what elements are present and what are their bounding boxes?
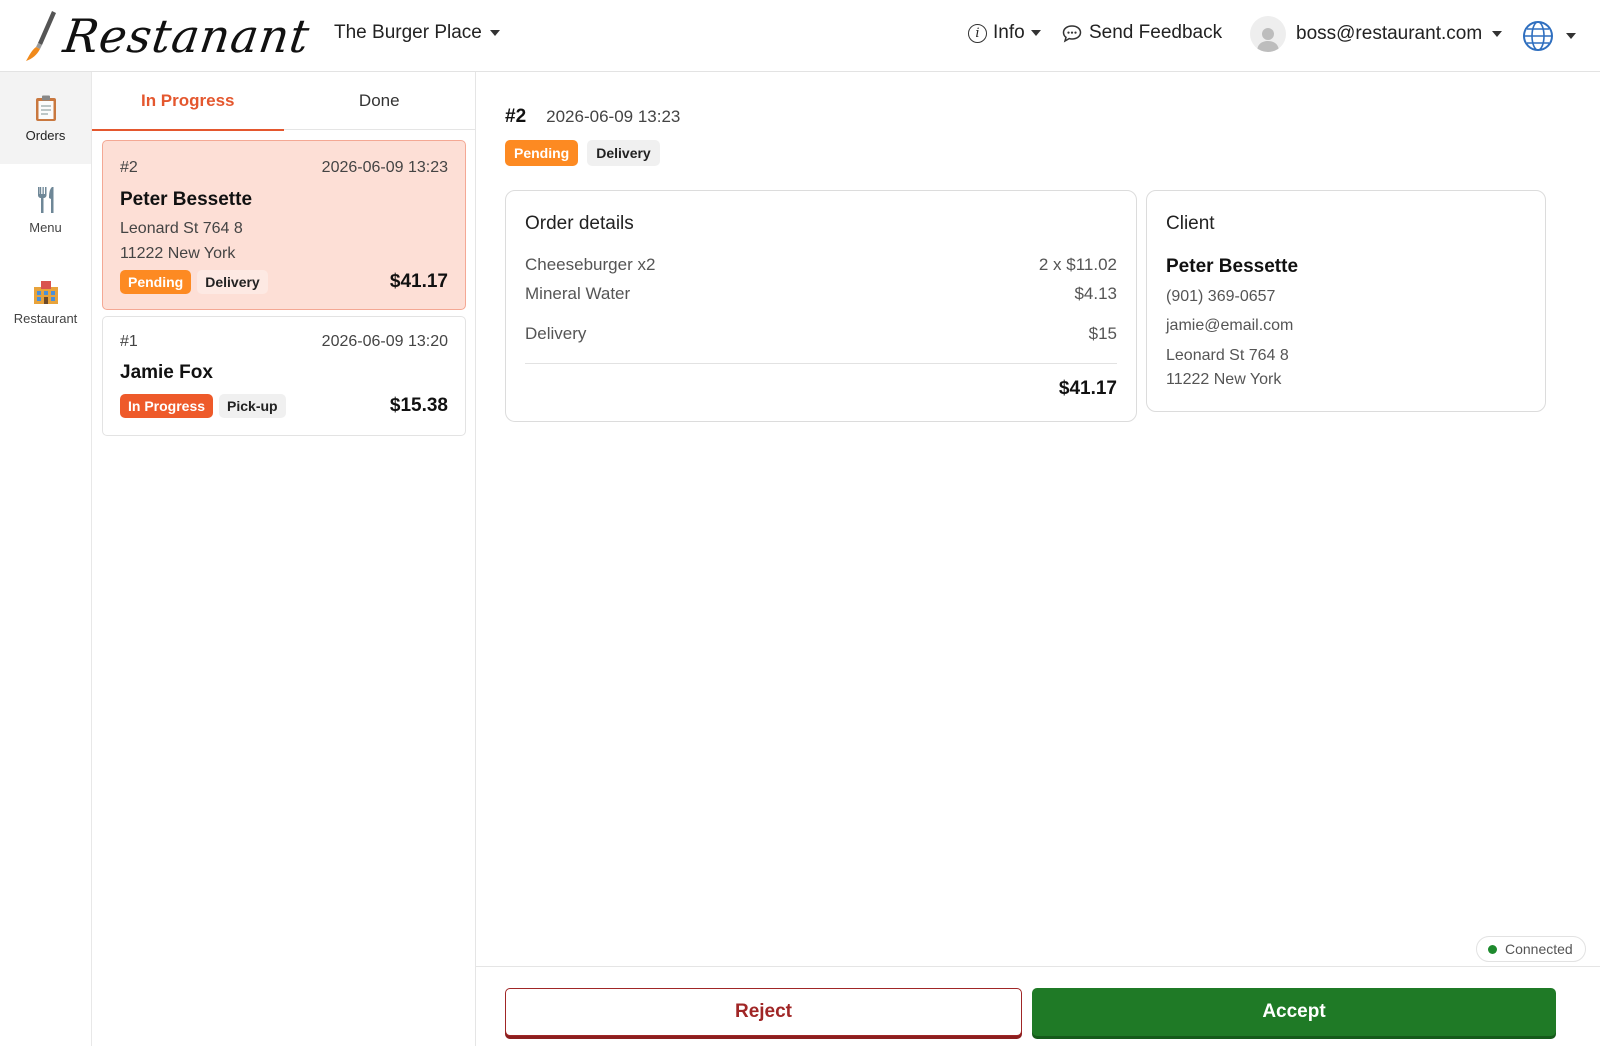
chevron-down-icon bbox=[1030, 30, 1041, 36]
detail-order-date: 2026-06-09 13:23 bbox=[546, 107, 681, 126]
order-total: $15.38 bbox=[389, 395, 448, 416]
fork-knife-icon bbox=[37, 186, 53, 213]
connection-label: Connected bbox=[1505, 941, 1573, 957]
action-bar: Reject Accept bbox=[476, 966, 1600, 1046]
building-icon bbox=[33, 280, 58, 304]
card-title: Client bbox=[1166, 213, 1215, 234]
item-name: Mineral Water bbox=[525, 284, 631, 303]
order-type-badge: Delivery bbox=[587, 140, 660, 166]
order-card[interactable]: #1 2026-06-09 13:20 Jamie Fox In Progres… bbox=[102, 316, 466, 436]
info-menu[interactable]: i Info bbox=[968, 22, 1041, 44]
order-total: $41.17 bbox=[1058, 378, 1117, 399]
client-address-line: 11222 New York bbox=[1166, 371, 1282, 388]
order-list-panel: In Progress Done #2 2026-06-09 13:23 Pet… bbox=[92, 72, 476, 1046]
speech-bubble-icon bbox=[1062, 24, 1082, 43]
address-line: 11222 New York bbox=[120, 245, 236, 262]
item-price: $4.13 bbox=[1074, 284, 1117, 303]
order-total: $41.17 bbox=[389, 271, 448, 292]
line-item: Cheeseburger x2 2 x $11.02 bbox=[525, 255, 1117, 275]
chevron-down-icon bbox=[489, 30, 500, 36]
client-phone[interactable]: (901) 369-0657 bbox=[1166, 288, 1275, 306]
send-feedback-link[interactable]: Send Feedback bbox=[1062, 22, 1222, 44]
delivery-label: Delivery bbox=[525, 324, 587, 343]
nav-label: Restaurant bbox=[13, 310, 78, 326]
info-icon: i bbox=[968, 23, 987, 43]
delivery-fee-row: Delivery $15 bbox=[525, 324, 1117, 344]
order-card[interactable]: #2 2026-06-09 13:23 Peter Bessette Leona… bbox=[102, 140, 466, 310]
order-date: 2026-06-09 13:23 bbox=[321, 159, 448, 176]
user-email: boss@restaurant.com bbox=[1296, 23, 1483, 44]
nav-item-restaurant[interactable]: Restaurant bbox=[0, 256, 91, 348]
customer-name: Jamie Fox bbox=[120, 362, 213, 383]
tab-in-progress[interactable]: In Progress bbox=[92, 72, 284, 131]
paintbrush-icon bbox=[26, 11, 56, 61]
logo-text: Restanant bbox=[60, 9, 314, 63]
order-number: #1 bbox=[120, 333, 138, 350]
status-dot-icon bbox=[1488, 944, 1497, 954]
delivery-price: $15 bbox=[1088, 324, 1117, 343]
info-label: Info bbox=[993, 22, 1025, 43]
item-price: 2 x $11.02 bbox=[1038, 255, 1117, 274]
order-detail-panel: #2 2026-06-09 13:23 Pending Delivery Ord… bbox=[476, 72, 1600, 1046]
user-icon bbox=[1257, 28, 1279, 52]
user-menu[interactable]: boss@restaurant.com bbox=[1250, 16, 1503, 52]
clipboard-icon bbox=[35, 95, 56, 121]
reject-button[interactable]: Reject bbox=[505, 988, 1022, 1036]
card-title: Order details bbox=[525, 213, 634, 234]
client-address-line: Leonard St 764 8 bbox=[1166, 347, 1289, 364]
status-badge: Pending bbox=[505, 140, 579, 166]
customer-name: Peter Bessette bbox=[120, 189, 253, 210]
order-tabs: In Progress Done bbox=[92, 72, 476, 131]
nav-item-menu[interactable]: Menu bbox=[0, 164, 91, 256]
order-details-card: Order details Cheeseburger x2 2 x $11.02… bbox=[505, 190, 1137, 422]
connection-status: Connected bbox=[1476, 936, 1586, 962]
divider bbox=[525, 363, 1117, 364]
order-type-badge: Delivery bbox=[197, 270, 268, 294]
app-logo[interactable]: Restanant bbox=[22, 8, 314, 64]
status-badge: Pending bbox=[120, 270, 192, 294]
top-bar: Restanant The Burger Place i Info Send F… bbox=[0, 0, 1600, 72]
nav-label: Orders bbox=[25, 127, 66, 143]
restaurant-name: The Burger Place bbox=[334, 22, 482, 43]
nav-label: Menu bbox=[29, 219, 62, 235]
feedback-label: Send Feedback bbox=[1089, 22, 1223, 43]
status-badge: In Progress bbox=[120, 394, 214, 418]
restaurant-selector[interactable]: The Burger Place bbox=[334, 22, 500, 44]
chevron-down-icon bbox=[1566, 33, 1576, 39]
globe-icon bbox=[1523, 21, 1553, 51]
client-email[interactable]: jamie@email.com bbox=[1166, 317, 1293, 335]
client-card: Client Peter Bessette (901) 369-0657 jam… bbox=[1146, 190, 1546, 412]
chevron-down-icon bbox=[1492, 31, 1503, 37]
avatar bbox=[1250, 16, 1286, 52]
item-name: Cheeseburger x2 bbox=[525, 255, 656, 274]
tab-done[interactable]: Done bbox=[284, 72, 476, 130]
client-name: Peter Bessette bbox=[1166, 256, 1299, 277]
order-type-badge: Pick-up bbox=[219, 394, 286, 418]
language-selector[interactable] bbox=[1522, 20, 1576, 52]
nav-item-orders[interactable]: Orders bbox=[0, 72, 91, 164]
detail-order-number: #2 bbox=[505, 106, 527, 127]
order-number: #2 bbox=[120, 159, 138, 176]
line-item: Mineral Water $4.13 bbox=[525, 284, 1117, 304]
order-date: 2026-06-09 13:20 bbox=[321, 333, 448, 350]
address-line: Leonard St 764 8 bbox=[120, 220, 243, 237]
side-navigation: Orders Menu Restaurant bbox=[0, 72, 92, 1046]
accept-button[interactable]: Accept bbox=[1032, 988, 1556, 1036]
